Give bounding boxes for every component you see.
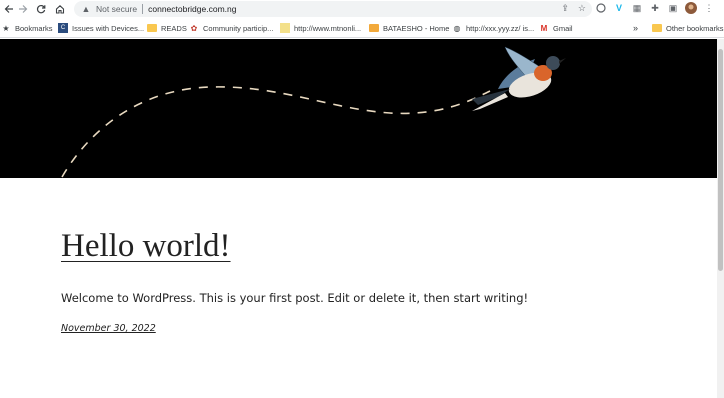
- bookmark-item[interactable]: M Gmail: [539, 21, 573, 35]
- home-button[interactable]: [51, 0, 69, 18]
- page-scrollbar[interactable]: [717, 39, 724, 398]
- bookmark-label: BATAESHO - Home: [383, 23, 450, 33]
- folder-icon: [652, 24, 662, 32]
- folder-icon: [147, 24, 157, 32]
- page-icon: C: [58, 23, 68, 33]
- reload-icon: [36, 5, 46, 14]
- bird-icon: [472, 46, 566, 111]
- share-icon[interactable]: ⇪: [561, 3, 569, 14]
- bookmark-item[interactable]: ✿ Community particip...: [189, 21, 274, 35]
- browser-toolbar: ▲ Not secure connectobridge.com.ng ⇪ ☆ V…: [0, 0, 724, 18]
- folder-icon: [369, 24, 379, 32]
- back-arrow-icon: [4, 5, 13, 13]
- address-bar[interactable]: ▲ Not secure connectobridge.com.ng ⇪ ☆: [74, 1, 592, 17]
- extensions-puzzle-icon[interactable]: ✚: [648, 1, 662, 15]
- globe-icon: ◍: [453, 23, 461, 33]
- bookmark-item[interactable]: ★ Bookmarks: [1, 21, 53, 35]
- reload-button[interactable]: [32, 0, 50, 18]
- bookmark-label: http://www.mtnonli...: [294, 23, 362, 33]
- bookmark-item[interactable]: BATAESHO - Home: [369, 21, 449, 35]
- bookmark-label: Community particip...: [203, 23, 274, 33]
- menu-kebab-icon[interactable]: ⋮: [702, 1, 716, 15]
- vimeo-extension-icon[interactable]: V: [612, 1, 626, 15]
- bookmark-label: http://xxx.yyy.zz/ is...: [466, 23, 535, 33]
- header-banner: [0, 39, 717, 178]
- url-text[interactable]: connectobridge.com.ng: [148, 4, 236, 14]
- more-bookmarks-chevron-icon[interactable]: »: [633, 21, 638, 35]
- warning-icon[interactable]: ▲: [77, 4, 95, 14]
- post-title-link[interactable]: Hello world!: [61, 228, 231, 265]
- omnibox-divider: [142, 4, 144, 14]
- post-date-link[interactable]: November 30, 2022: [61, 323, 156, 334]
- side-panel-icon[interactable]: ▣: [666, 1, 680, 15]
- bookmark-label: Bookmarks: [15, 23, 53, 33]
- forward-arrow-icon: [19, 5, 28, 13]
- community-icon: ✿: [190, 23, 198, 33]
- bookmark-label: Gmail: [553, 23, 573, 33]
- post-excerpt: Welcome to WordPress. This is your first…: [61, 291, 529, 305]
- scrollbar-thumb[interactable]: [718, 49, 723, 271]
- bookmark-label: READS: [161, 23, 187, 33]
- forward-button[interactable]: [14, 0, 32, 18]
- home-icon: [55, 5, 65, 14]
- gmail-icon: M: [540, 23, 548, 33]
- bookmark-item[interactable]: C Issues with Devices...: [58, 21, 144, 35]
- page-icon: [280, 23, 290, 33]
- bookmark-label: Issues with Devices...: [72, 23, 145, 33]
- bookmark-item[interactable]: READS: [147, 21, 187, 35]
- bookmark-star-icon[interactable]: ☆: [578, 3, 586, 14]
- security-label[interactable]: Not secure: [96, 4, 137, 14]
- grid-extension-icon[interactable]: ▦: [630, 1, 644, 15]
- bookmark-item[interactable]: Other bookmarks: [652, 21, 724, 35]
- bookmark-item[interactable]: ◍ http://xxx.yyy.zz/ is...: [452, 21, 535, 35]
- skype-extension-icon[interactable]: [594, 1, 608, 15]
- bookmark-label: Other bookmarks: [666, 23, 724, 33]
- profile-avatar-icon[interactable]: [684, 1, 698, 15]
- star-icon: ★: [2, 23, 10, 33]
- flight-path-illustration: [61, 46, 566, 178]
- bookmark-item[interactable]: http://www.mtnonli...: [280, 21, 361, 35]
- bookmarks-bar: ★ Bookmarks C Issues with Devices... REA…: [0, 18, 724, 38]
